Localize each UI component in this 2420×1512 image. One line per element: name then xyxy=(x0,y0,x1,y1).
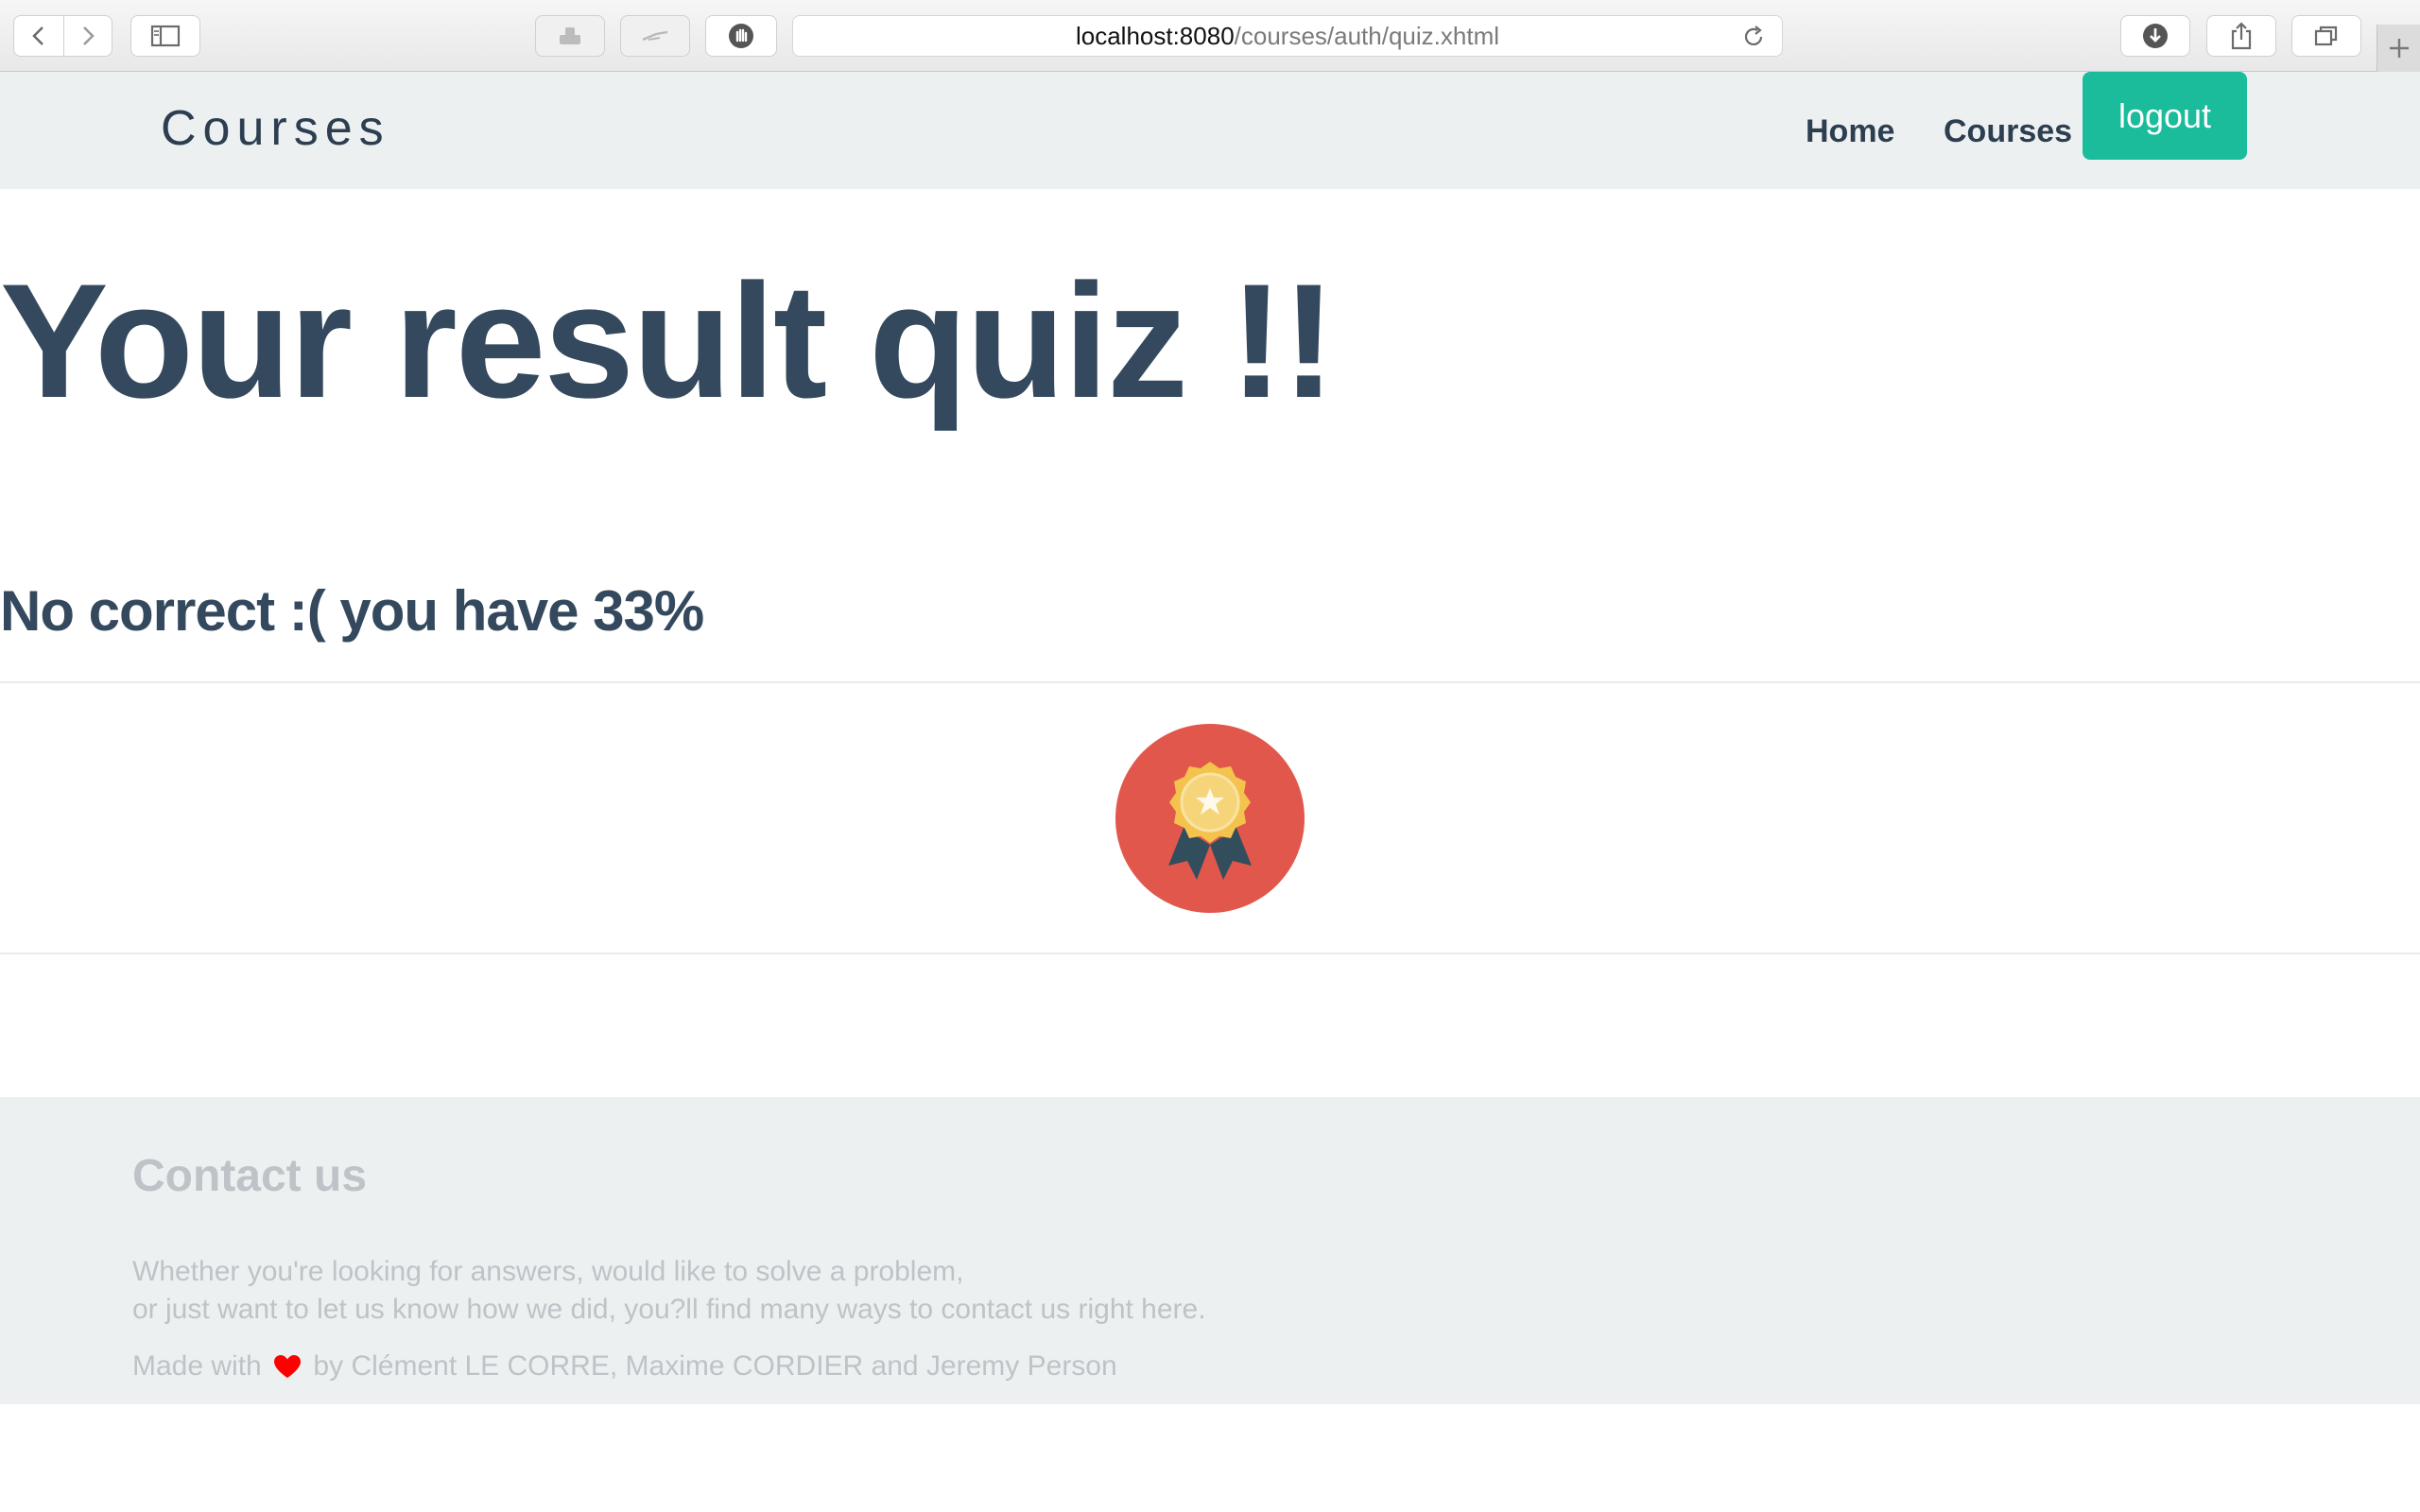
back-button[interactable] xyxy=(13,15,64,57)
sidebar-icon xyxy=(150,25,181,47)
tabs-overview-icon xyxy=(2314,26,2338,46)
quiz-result-text: No correct :( you have 33% xyxy=(0,579,704,643)
new-tab-button[interactable] xyxy=(2377,25,2420,72)
address-bar[interactable]: localhost:8080/courses/auth/quiz.xhtml xyxy=(792,15,1783,57)
sidebar-button[interactable] xyxy=(130,15,200,57)
adblock-button[interactable] xyxy=(705,15,777,57)
footer-text-line2: or just want to let us know how we did, … xyxy=(132,1294,1206,1325)
extension-button[interactable] xyxy=(535,15,605,57)
award-medal-icon xyxy=(1115,724,1305,913)
divider-bottom xyxy=(0,953,2420,954)
tabs-button[interactable] xyxy=(2291,15,2361,57)
footer-text-line1: Whether you're looking for answers, woul… xyxy=(132,1256,964,1287)
url-path: /courses/auth/quiz.xhtml xyxy=(1234,21,1500,50)
page-title: Your result quiz !! xyxy=(0,250,1336,432)
footer: Contact us Whether you're looking for an… xyxy=(0,1097,2420,1404)
chevron-left-icon xyxy=(32,26,43,45)
arrow-extension-icon xyxy=(642,30,668,42)
footer-heading: Contact us xyxy=(132,1151,368,1201)
plus-icon xyxy=(2389,39,2409,58)
logout-button[interactable]: logout xyxy=(2083,72,2247,160)
made-with-label: Made with xyxy=(132,1350,262,1382)
nav-link-courses[interactable]: Courses xyxy=(1944,113,2072,150)
credits-text: by Clément LE CORRE, Maxime CORDIER and … xyxy=(313,1350,1117,1382)
browser-toolbar: localhost:8080/courses/auth/quiz.xhtml xyxy=(0,0,2420,72)
hand-stop-icon xyxy=(729,24,753,48)
footer-credits: Made with by Clément LE CORRE, Maxime CO… xyxy=(132,1350,1117,1386)
nav-link-home[interactable]: Home xyxy=(1806,113,1894,150)
divider-top xyxy=(0,681,2420,683)
forward-button[interactable] xyxy=(63,15,112,57)
site-navbar: Courses Home Courses logout xyxy=(0,72,2420,189)
reload-icon[interactable] xyxy=(1738,22,1769,52)
download-icon xyxy=(2143,24,2168,48)
chevron-right-icon xyxy=(83,26,95,45)
share-icon xyxy=(2231,22,2252,50)
share-button[interactable] xyxy=(2206,15,2276,57)
extension-button-2[interactable] xyxy=(620,15,690,57)
heart-icon xyxy=(273,1354,302,1386)
downloads-button[interactable] xyxy=(2120,15,2190,57)
brand-logo[interactable]: Courses xyxy=(161,100,390,157)
url-host: localhost:8080 xyxy=(1075,21,1235,50)
extension-icon xyxy=(560,27,580,44)
